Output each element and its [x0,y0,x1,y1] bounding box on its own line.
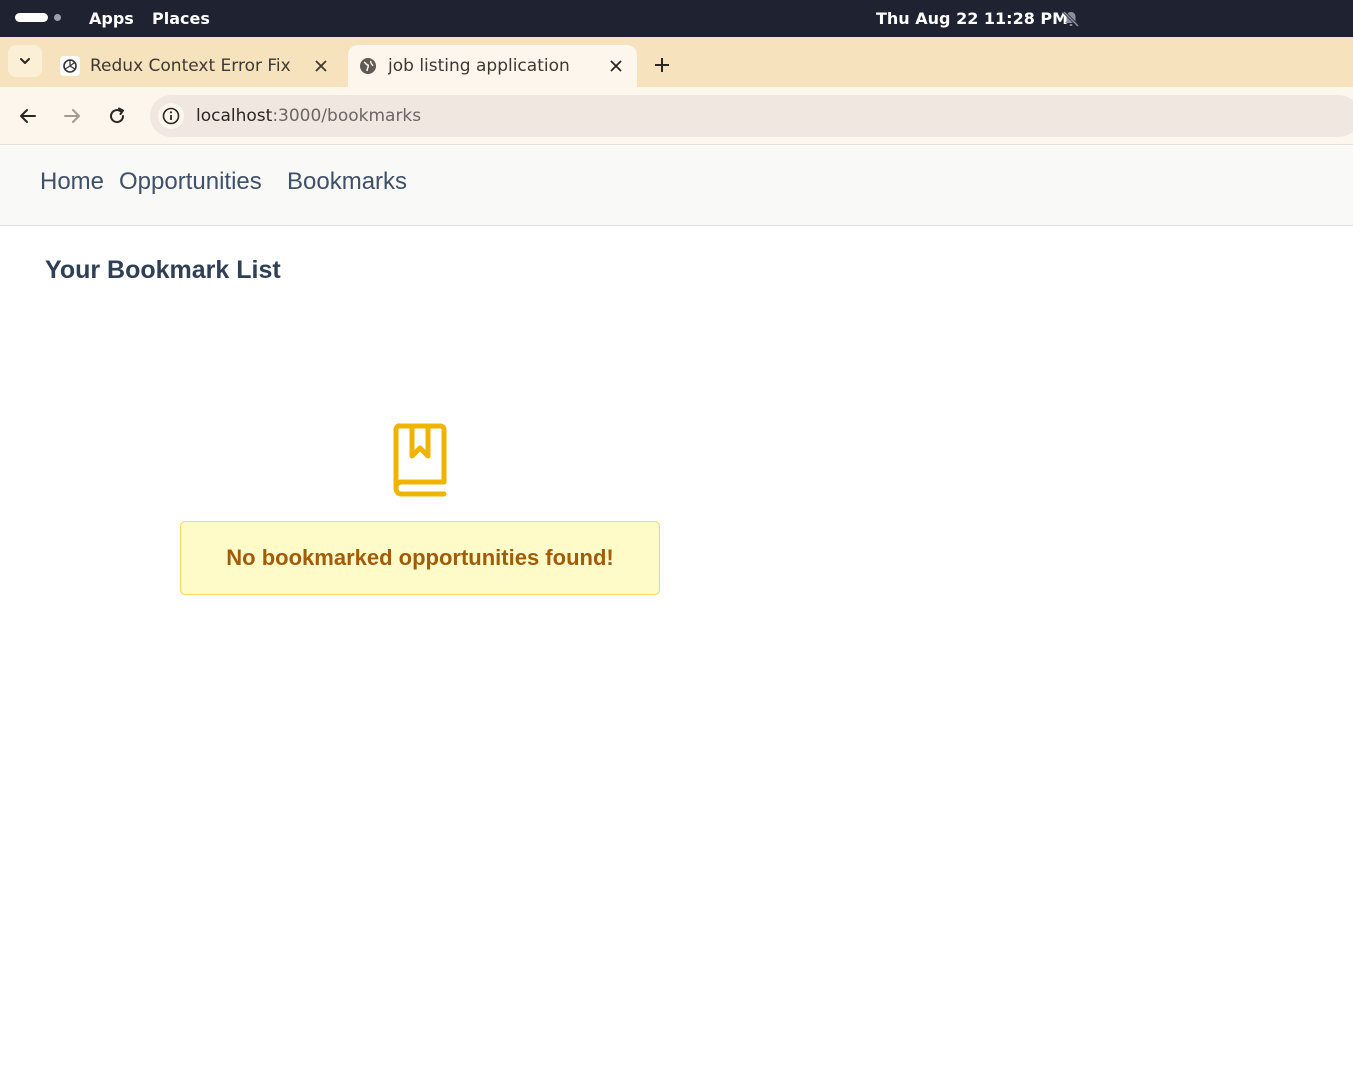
tab-title: job listing application [388,56,570,76]
tab-job-listing-application[interactable]: job listing application [348,45,637,87]
workspace-pill [15,13,48,22]
back-arrow-icon[interactable] [14,102,42,130]
close-tab-icon[interactable] [310,55,332,77]
tab-title: Redux Context Error Fix [90,56,291,76]
empty-state-alert: No bookmarked opportunities found! [180,521,660,595]
book-bookmark-icon [393,423,447,497]
tab-search-button[interactable] [8,45,42,77]
activities-indicator[interactable] [15,13,61,22]
openai-icon [60,56,80,76]
tab-redux-context-error-fix[interactable]: Redux Context Error Fix [50,45,342,87]
page-title: Your Bookmark List [45,256,281,284]
nav-link-opportunities[interactable]: Opportunities [119,168,262,196]
close-tab-icon[interactable] [605,55,627,77]
url-path: :3000/bookmarks [272,106,422,126]
empty-state-message: No bookmarked opportunities found! [226,545,614,570]
tab-strip: Redux Context Error Fix job listing appl… [0,37,1353,87]
chevron-down-icon [20,58,30,64]
new-tab-plus-icon[interactable] [648,51,676,79]
clock[interactable]: Thu Aug 22 11:28 PM [876,9,1068,28]
places-menu[interactable]: Places [152,9,210,28]
url-text[interactable]: localhost:3000/bookmarks [196,106,421,126]
apps-menu[interactable]: Apps [89,9,134,28]
nav-link-home[interactable]: Home [40,168,104,196]
site-navbar: Home Opportunities Bookmarks [0,146,1353,226]
bell-muted-icon[interactable] [1062,10,1080,28]
site-info-icon[interactable] [158,103,184,129]
system-top-bar: Apps Places Thu Aug 22 11:28 PM [0,0,1353,37]
url-host: localhost [196,106,273,126]
reload-icon[interactable] [103,102,131,130]
workspace-dot [54,14,61,21]
nav-link-bookmarks[interactable]: Bookmarks [287,168,407,196]
forward-arrow-icon[interactable] [58,102,86,130]
browser-toolbar: localhost:3000/bookmarks [0,87,1353,145]
globe-icon [358,56,378,76]
address-bar[interactable]: localhost:3000/bookmarks [150,95,1353,137]
